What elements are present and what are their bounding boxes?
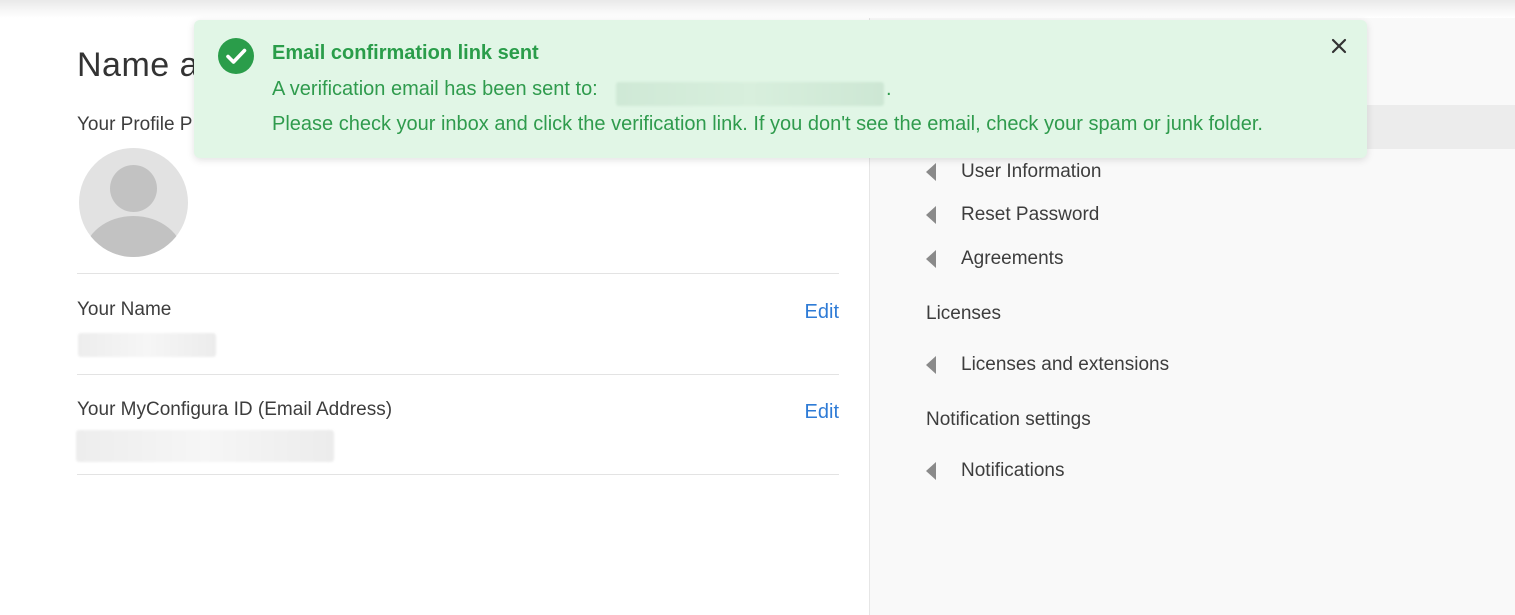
section-heading-licenses: Licenses [926,303,1001,324]
redacted-email-value [76,430,334,462]
divider [77,273,839,274]
close-icon[interactable] [1327,34,1351,58]
avatar[interactable] [79,148,188,257]
divider [77,474,839,475]
sidebar-item-user-information[interactable]: User Information [926,157,1101,187]
divider [77,374,839,375]
redacted-email-address [616,82,884,106]
sidebar-item-label: Notifications [961,460,1065,481]
toast-message-line1: A verification email has been sent to: [272,78,598,100]
toast-message-period: . [886,78,892,100]
caret-left-icon [926,250,936,268]
sidebar-item-reset-password[interactable]: Reset Password [926,200,1099,230]
browser-top-edge [0,0,1515,18]
caret-left-icon [926,163,936,181]
sidebar-item-label: Agreements [961,248,1064,269]
caret-left-icon [926,462,936,480]
sidebar-item-label: User Information [961,161,1102,182]
avatar-head [110,165,157,212]
caret-left-icon [926,206,936,224]
check-circle-icon [218,38,254,74]
profile-picture-label: Your Profile P [77,114,193,135]
success-toast: Email confirmation link sent A verificat… [194,20,1367,158]
sidebar-item-licenses-and-extensions[interactable]: Licenses and extensions [926,350,1169,380]
email-label: Your MyConfigura ID (Email Address) [77,399,393,420]
toast-message-line2: Please check your inbox and click the ve… [272,113,1263,135]
sidebar-item-label: Reset Password [961,204,1100,225]
name-label: Your Name [77,299,172,320]
sidebar-item-notifications[interactable]: Notifications [926,456,1065,486]
section-heading-notification-settings: Notification settings [926,409,1091,430]
toast-title: Email confirmation link sent [272,42,539,64]
edit-name-link[interactable]: Edit [805,301,839,324]
edit-email-link[interactable]: Edit [805,401,839,424]
redacted-name-value [78,333,216,357]
caret-left-icon [926,356,936,374]
sidebar-item-agreements[interactable]: Agreements [926,244,1063,274]
avatar-body [84,216,183,257]
sidebar-item-label: Licenses and extensions [961,354,1170,375]
